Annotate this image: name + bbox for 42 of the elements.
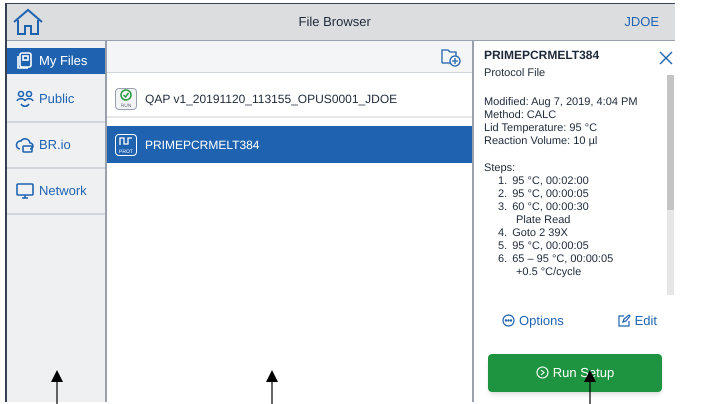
new-folder-icon[interactable] (440, 46, 462, 66)
file-name: QAP v1_20191120_113155_OPUS0001_JDOE (145, 90, 398, 108)
window-title: File Browser (298, 13, 372, 32)
file-property: Reaction Volume: 10 µl (484, 135, 598, 148)
step-text: 60 °C, 00:00:30 (512, 201, 589, 214)
file-property: Modified: Aug 7, 2019, 4:04 PM (484, 96, 638, 109)
step-number: 2. (498, 188, 508, 201)
document-icon (15, 51, 35, 71)
play-icon (536, 366, 549, 379)
step-text: 65 – 95 °C, 00:00:05 (512, 253, 614, 266)
step-text: Goto 2 39X (512, 227, 568, 240)
sidebar-item[interactable]: Public (7, 77, 105, 123)
more-icon (502, 314, 515, 328)
edit-icon (618, 314, 631, 328)
leader-arrow (51, 370, 63, 404)
step-text: 95 °C, 00:00:05 (512, 188, 589, 201)
monitor-icon (15, 181, 35, 201)
cloud-icon (15, 135, 35, 155)
step-note: Plate Read (515, 214, 572, 227)
step-number: 3. (498, 201, 508, 214)
file-name: PRIMEPCRMELT384 (145, 136, 260, 154)
sidebar-item[interactable]: Network (7, 169, 105, 215)
step-number: 1. (498, 175, 508, 188)
home-icon[interactable] (11, 7, 45, 37)
step-text: 95 °C, 00:02:00 (512, 175, 589, 188)
edit-button[interactable]: Edit (618, 311, 657, 330)
file-type: Protocol File (484, 67, 546, 80)
options-button[interactable]: Options (502, 311, 564, 330)
people-icon (15, 89, 35, 109)
user-name[interactable]: JDOE (624, 12, 659, 32)
steps-label: Steps: (484, 162, 516, 175)
file-title: PRIMEPCRMELT384 (484, 47, 600, 63)
file-property: Method: CALC (484, 109, 558, 122)
leader-arrow (266, 370, 278, 404)
sidebar-item[interactable]: BR.io (7, 123, 105, 169)
step-number: 4. (498, 227, 508, 240)
step-text: 95 °C, 00:00:05 (512, 240, 589, 253)
step-number: 6. (498, 253, 508, 266)
step-note: +0.5 °C/cycle (515, 266, 582, 279)
sidebar-item[interactable]: My Files (7, 48, 105, 74)
file-property: Lid Temperature: 95 °C (484, 122, 598, 135)
step-number: 5. (498, 240, 508, 253)
